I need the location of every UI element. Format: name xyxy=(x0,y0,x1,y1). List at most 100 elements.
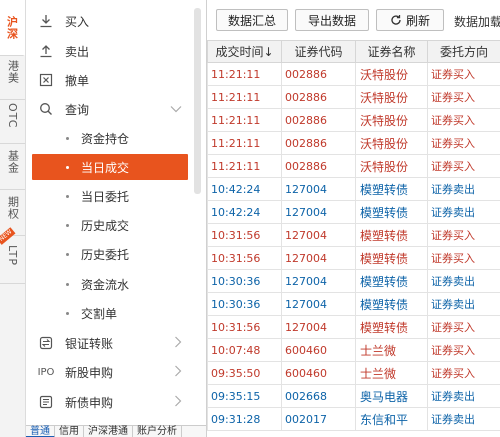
submenu-today-trades[interactable]: 当日成交 xyxy=(32,154,188,180)
cell-name: 模塑转债 xyxy=(355,246,428,270)
cell-time: 09:35:15 xyxy=(207,384,282,408)
tab-credit[interactable]: 信用 xyxy=(55,426,84,437)
submenu-history-orders[interactable]: 历史委托 xyxy=(32,241,188,267)
cancel-box-icon xyxy=(38,72,54,88)
column-header-code[interactable]: 证券代码 xyxy=(281,40,356,63)
table-row[interactable]: 10:31:56 127004 模塑转债 证券买入 xyxy=(207,246,500,270)
cell-name: 沃特股份 xyxy=(355,108,428,132)
submenu-settlement[interactable]: 交割单 xyxy=(32,300,188,326)
upload-icon xyxy=(38,43,54,59)
chevron-down-icon xyxy=(170,103,182,116)
menu-scrollbar[interactable] xyxy=(194,8,201,194)
cell-time: 10:07:48 xyxy=(207,338,282,362)
table-row[interactable]: 09:35:50 600460 士兰微 证券买入 xyxy=(207,361,500,385)
table-row[interactable]: 10:07:48 600460 士兰微 证券买入 xyxy=(207,338,500,362)
tab-normal[interactable]: 普通 xyxy=(26,426,55,437)
cell-direction: 证券买入 xyxy=(427,315,500,339)
submenu-fund-flow[interactable]: 资金流水 xyxy=(32,271,188,297)
cell-direction: 证券买入 xyxy=(427,154,500,178)
cell-time: 10:42:24 xyxy=(207,200,282,224)
market-tabs: 沪深 港美 OTC 基金 期权 NEW LTP xyxy=(0,0,26,437)
cell-code: 127004 xyxy=(281,292,356,316)
cell-code: 127004 xyxy=(281,269,356,293)
cell-direction: 证券卖出 xyxy=(427,177,500,201)
cell-name: 沃特股份 xyxy=(355,85,428,109)
cell-time: 11:21:11 xyxy=(207,154,282,178)
cell-direction: 证券卖出 xyxy=(427,200,500,224)
table-row[interactable]: 09:31:28 002017 东信和平 证券卖出 xyxy=(207,407,500,431)
chevron-right-icon xyxy=(174,395,182,410)
submenu-history-trades[interactable]: 历史成交 xyxy=(32,212,188,238)
cell-code: 127004 xyxy=(281,223,356,247)
menu-new-stock[interactable]: IPO 新股申购 xyxy=(32,361,188,383)
cell-time: 10:31:56 xyxy=(207,246,282,270)
table-row[interactable]: 09:35:15 002668 奥马电器 证券卖出 xyxy=(207,384,500,408)
cell-name: 模塑转债 xyxy=(355,269,428,293)
transfer-icon xyxy=(38,335,54,351)
tab-account-analysis[interactable]: 账户分析 xyxy=(133,426,182,437)
menu-sell[interactable]: 卖出 xyxy=(32,40,188,62)
cell-time: 11:21:11 xyxy=(207,62,282,86)
cell-direction: 证券买入 xyxy=(427,131,500,155)
cell-code: 002668 xyxy=(281,384,356,408)
cell-code: 002886 xyxy=(281,108,356,132)
table-header: 成交时间↓ 证券代码 证券名称 委托方向 xyxy=(207,40,500,63)
table-row[interactable]: 10:42:24 127004 模塑转债 证券卖出 xyxy=(207,200,500,224)
cell-code: 002017 xyxy=(281,407,356,431)
cell-direction: 证券买入 xyxy=(427,223,500,247)
menu-cancel[interactable]: 撤单 xyxy=(32,69,188,91)
cell-direction: 证券卖出 xyxy=(427,384,500,408)
cell-code: 600460 xyxy=(281,361,356,385)
table-row[interactable]: 11:21:11 002886 沃特股份 证券买入 xyxy=(207,154,500,178)
menu-new-bond[interactable]: 新债申购 xyxy=(32,391,188,413)
cell-direction: 证券买入 xyxy=(427,62,500,86)
refresh-icon xyxy=(390,14,402,26)
refresh-button[interactable]: 刷新 xyxy=(376,9,444,31)
cell-code: 127004 xyxy=(281,177,356,201)
cell-direction: 证券卖出 xyxy=(427,292,500,316)
column-header-time[interactable]: 成交时间↓ xyxy=(207,40,282,63)
column-header-name[interactable]: 证券名称 xyxy=(355,40,428,63)
cell-time: 10:31:56 xyxy=(207,223,282,247)
table-row[interactable]: 10:31:56 127004 模塑转债 证券买入 xyxy=(207,315,500,339)
cell-direction: 证券买入 xyxy=(427,246,500,270)
table-row[interactable]: 10:31:56 127004 模塑转债 证券买入 xyxy=(207,223,500,247)
table-row[interactable]: 11:21:11 002886 沃特股份 证券买入 xyxy=(207,62,500,86)
cell-time: 09:35:50 xyxy=(207,361,282,385)
cell-name: 士兰微 xyxy=(355,361,428,385)
table-row[interactable]: 11:21:11 002886 沃特股份 证券买入 xyxy=(207,131,500,155)
submenu-today-orders[interactable]: 当日委托 xyxy=(32,183,188,209)
menu-buy[interactable]: 买入 xyxy=(32,10,188,32)
tab-ltp[interactable]: NEW LTP xyxy=(0,227,25,284)
menu-bank-transfer[interactable]: 银证转账 xyxy=(32,332,188,354)
cell-code: 127004 xyxy=(281,200,356,224)
search-icon xyxy=(38,101,54,117)
cell-code: 127004 xyxy=(281,246,356,270)
cell-code: 127004 xyxy=(281,315,356,339)
cell-direction: 证券买入 xyxy=(427,338,500,362)
toolbar: 数据汇总 导出数据 刷新 数据加载完 xyxy=(207,0,500,40)
tab-stock-connect[interactable]: 沪深港通 xyxy=(84,426,133,437)
table-row[interactable]: 11:21:11 002886 沃特股份 证券买入 xyxy=(207,108,500,132)
status-text: 数据加载完 xyxy=(454,15,500,29)
trades-table: 成交时间↓ 证券代码 证券名称 委托方向 11:21:11 002886 沃特股份证… xyxy=(207,40,500,437)
export-button[interactable]: 导出数据 xyxy=(295,9,369,31)
column-header-direction[interactable]: 委托方向 xyxy=(427,40,500,63)
cell-code: 002886 xyxy=(281,62,356,86)
menu-query[interactable]: 查询 xyxy=(32,98,188,120)
submenu-positions[interactable]: 资金持仓 xyxy=(32,125,188,151)
table-row[interactable]: 10:30:36 127004 模塑转债 证券卖出 xyxy=(207,292,500,316)
bond-icon xyxy=(38,394,54,410)
cell-time: 10:30:36 xyxy=(207,292,282,316)
new-badge: NEW xyxy=(0,227,16,245)
table-row[interactable]: 10:42:24 127004 模塑转债 证券卖出 xyxy=(207,177,500,201)
trading-window: 沪深 港美 OTC 基金 期权 NEW LTP 买入 卖出 撤单 查询 资金持仓… xyxy=(0,0,500,437)
cell-time: 11:21:11 xyxy=(207,108,282,132)
cell-time: 11:21:11 xyxy=(207,85,282,109)
table-row[interactable]: 11:21:11 002886 沃特股份 证券买入 xyxy=(207,85,500,109)
function-menu: 买入 卖出 撤单 查询 资金持仓 当日成交 当日委托 历史成交 历史委托 资金流… xyxy=(26,0,194,425)
table-row[interactable]: 10:30:36 127004 模塑转债 证券卖出 xyxy=(207,269,500,293)
cell-name: 沃特股份 xyxy=(355,131,428,155)
summary-button[interactable]: 数据汇总 xyxy=(216,9,288,31)
cell-direction: 证券卖出 xyxy=(427,269,500,293)
